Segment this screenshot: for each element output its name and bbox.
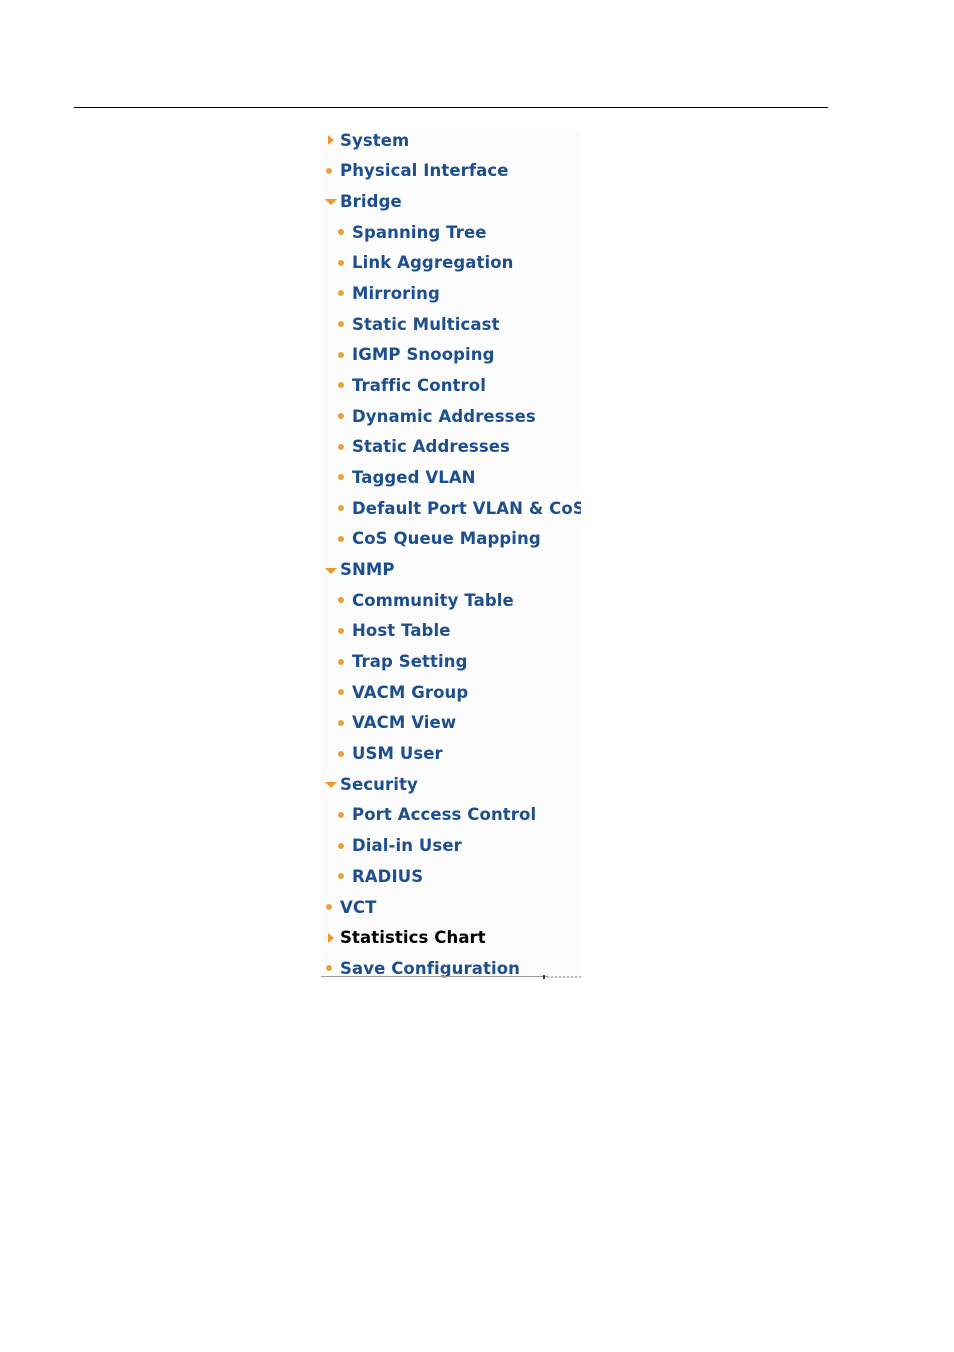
menu-item-security[interactable]: Security [325, 769, 418, 799]
menu-item-label: IGMP Snooping [352, 345, 495, 365]
menu-item-host-table[interactable]: Host Table [337, 616, 451, 646]
bullet-icon [337, 594, 348, 606]
bullet-icon [337, 748, 348, 760]
triangle-down-icon [325, 778, 337, 790]
menu-item-dial-in-user[interactable]: Dial-in User [337, 831, 462, 861]
bullet-icon [337, 349, 348, 361]
bullet-icon [337, 656, 348, 668]
menu-item-dynamic-addresses[interactable]: Dynamic Addresses [337, 401, 536, 431]
menu-item-label: Physical Interface [340, 161, 509, 181]
menu-item-label: VACM View [352, 713, 457, 733]
menu-item-radius[interactable]: RADIUS [337, 861, 423, 891]
bullet-icon [337, 410, 348, 422]
menu-item-spanning-tree[interactable]: Spanning Tree [337, 217, 487, 247]
horizontal-scrollbar[interactable] [321, 975, 581, 980]
menu-item-vct[interactable]: VCT [325, 892, 376, 922]
menu-item-mirroring[interactable]: Mirroring [337, 278, 440, 308]
menu-item-trap-setting[interactable]: Trap Setting [337, 647, 468, 677]
menu-item-port-access-control[interactable]: Port Access Control [337, 800, 536, 830]
menu-item-label: Port Access Control [352, 805, 537, 825]
menu-item-label: Trap Setting [352, 652, 468, 672]
menu-item-label: Security [340, 774, 418, 794]
menu-item-cos-queue-mapping[interactable]: CoS Queue Mapping [337, 524, 541, 554]
menu-item-label: Mirroring [352, 283, 440, 303]
menu-item-label: Static Addresses [352, 437, 510, 457]
menu-item-label: Static Multicast [352, 314, 500, 334]
bullet-icon [337, 502, 348, 514]
menu-item-label: SNMP [340, 560, 395, 580]
bullet-icon [337, 379, 348, 391]
bullet-icon [325, 901, 336, 913]
menu-item-physical-interface[interactable]: Physical Interface [325, 156, 509, 186]
menu-item-label: Default Port VLAN & CoS [352, 498, 581, 518]
menu-item-snmp[interactable]: SNMP [325, 555, 395, 585]
menu-item-vacm-group[interactable]: VACM Group [337, 677, 468, 707]
menu-item-label: Save Configuration [340, 958, 520, 978]
navigation-menu: System Physical Interface Bridge Spanning T… [321, 131, 581, 978]
menu-item-label: Tagged VLAN [352, 467, 476, 487]
page-header-rule [74, 107, 828, 108]
triangle-down-icon [325, 564, 337, 576]
menu-item-label: Bridge [340, 191, 402, 211]
bullet-icon [337, 870, 348, 882]
menu-item-label: CoS Queue Mapping [352, 529, 541, 549]
menu-item-igmp-snooping[interactable]: IGMP Snooping [337, 340, 495, 370]
bullet-icon [325, 165, 336, 177]
menu-item-statistics-chart[interactable]: Statistics Chart [325, 923, 486, 953]
menu-item-label: USM User [352, 744, 443, 764]
menu-item-label: Community Table [352, 590, 514, 610]
menu-item-static-multicast[interactable]: Static Multicast [337, 309, 500, 339]
menu-item-tagged-vlan[interactable]: Tagged VLAN [337, 462, 476, 492]
menu-item-label: Dynamic Addresses [352, 406, 536, 426]
bullet-icon [337, 287, 348, 299]
bullet-icon [337, 840, 348, 852]
menu-item-label: Statistics Chart [340, 928, 486, 948]
menu-item-label: RADIUS [352, 866, 424, 886]
bullet-icon [337, 318, 348, 330]
menu-item-label: VACM Group [352, 682, 469, 702]
menu-item-label: Traffic Control [352, 375, 486, 395]
menu-item-community-table[interactable]: Community Table [337, 585, 514, 615]
bullet-icon [337, 441, 348, 453]
triangle-right-icon [325, 134, 336, 146]
bullet-icon [337, 809, 348, 821]
menu-item-static-addresses[interactable]: Static Addresses [337, 432, 510, 462]
bullet-icon [337, 471, 348, 483]
bullet-icon [325, 962, 336, 974]
triangle-right-icon [325, 932, 336, 944]
scrollbar-thumb[interactable] [543, 975, 545, 979]
menu-item-usm-user[interactable]: USM User [337, 739, 443, 769]
bullet-icon [337, 226, 348, 238]
menu-item-save-configuration[interactable]: Save Configuration [325, 953, 520, 978]
menu-item-vacm-view[interactable]: VACM View [337, 708, 456, 738]
menu-item-label: Host Table [352, 621, 451, 641]
scrollbar-track[interactable] [547, 976, 581, 978]
menu-item-traffic-control[interactable]: Traffic Control [337, 370, 486, 400]
menu-item-system[interactable]: System [325, 131, 409, 155]
bullet-icon [337, 686, 348, 698]
bullet-icon [337, 257, 348, 269]
menu-item-label: Link Aggregation [352, 253, 514, 273]
menu-item-label: Dial-in User [352, 836, 462, 856]
menu-item-bridge[interactable]: Bridge [325, 186, 402, 216]
menu-item-label: System [340, 131, 410, 150]
bullet-icon [337, 625, 348, 637]
menu-item-link-aggregation[interactable]: Link Aggregation [337, 248, 514, 278]
bullet-icon [337, 717, 348, 729]
bullet-icon [337, 533, 348, 545]
menu-item-default-port-vlan-cos[interactable]: Default Port VLAN & CoS [337, 493, 581, 523]
menu-item-label: VCT [340, 897, 377, 917]
menu-item-label: Spanning Tree [352, 222, 487, 242]
triangle-down-icon [325, 195, 337, 207]
